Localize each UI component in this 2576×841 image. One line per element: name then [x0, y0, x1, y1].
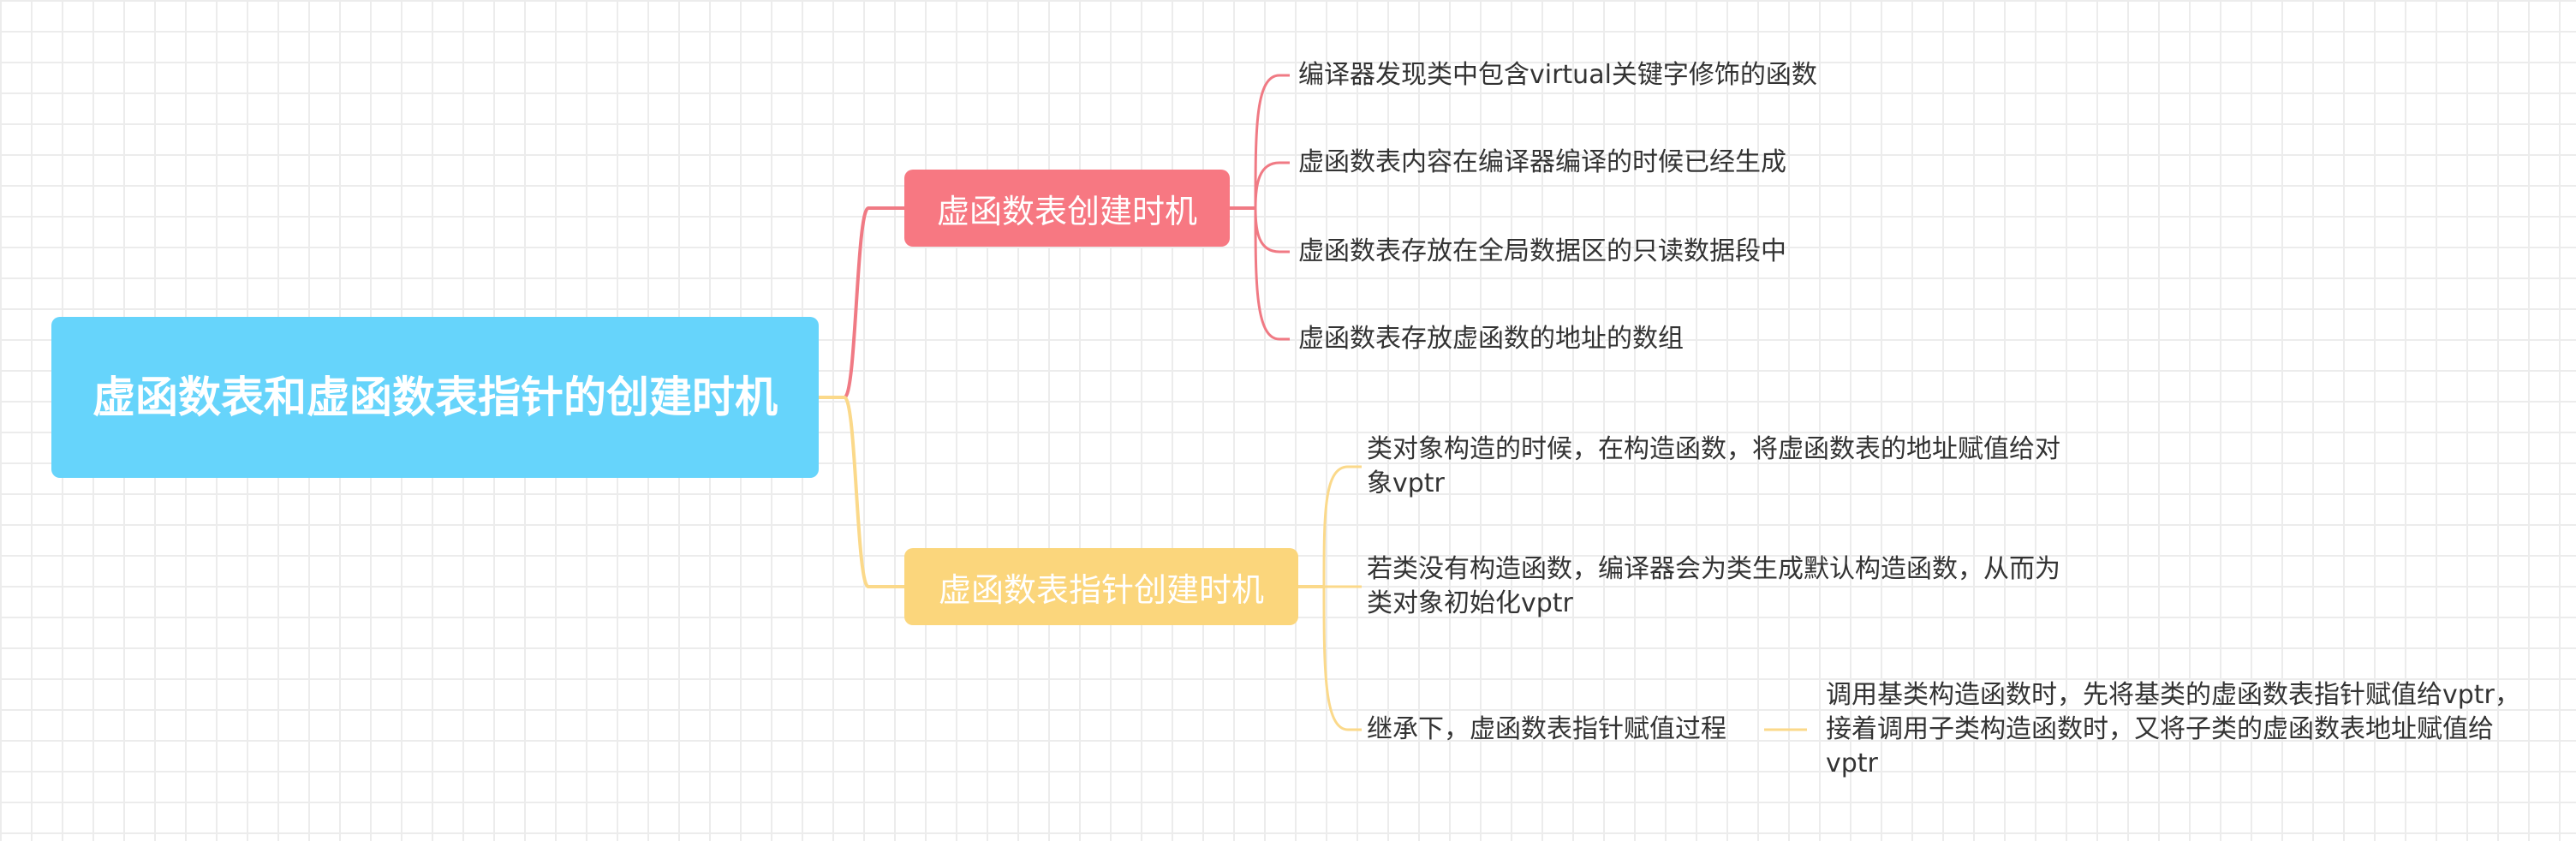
connector-branch-b-leaf-3	[1322, 586, 1362, 731]
connector-branch-b-leaf-1	[1322, 465, 1362, 588]
connector-branch-a-leaf-1	[1254, 74, 1290, 209]
branch-vptr-creation[interactable]: 虚函数表指针创建时机	[904, 548, 1298, 625]
leaf-vtable-virtual-keyword[interactable]: 编译器发现类中包含virtual关键字修饰的函数	[1298, 58, 1817, 92]
leaf-vptr-default-constructor[interactable]: 若类没有构造函数，编译器会为类生成默认构造函数，从而为类对象初始化vptr	[1367, 552, 2069, 621]
branch-vptr-creation-label: 虚函数表指针创建时机	[938, 570, 1264, 609]
connector-branch-a-leaf-2	[1254, 161, 1290, 209]
leaf-vptr-inheritance-process[interactable]: 继承下，虚函数表指针赋值过程	[1367, 713, 1726, 747]
leaf-vptr-set-in-constructor[interactable]: 类对象构造的时候，在构造函数，将虚函数表的地址赋值给对象vptr	[1367, 432, 2069, 501]
leaf-vtable-generated-at-compile[interactable]: 虚函数表内容在编译器编译的时候已经生成	[1298, 146, 1786, 180]
connector-root-to-branch-b	[819, 396, 904, 588]
branch-vtable-creation-label: 虚函数表创建时机	[936, 192, 1197, 230]
branch-vtable-creation[interactable]: 虚函数表创建时机	[904, 170, 1230, 247]
root-topic-label: 虚函数表和虚函数表指针的创建时机	[92, 373, 778, 422]
subleaf-vptr-base-then-derived[interactable]: 调用基类构造函数时，先将基类的虚函数表指针赋值给vptr，接着调用子类构造函数时…	[1826, 678, 2528, 781]
connector-branch-a-leaf-3	[1254, 207, 1290, 253]
leaf-vtable-address-array[interactable]: 虚函数表存放虚函数的地址的数组	[1298, 322, 1684, 356]
root-topic[interactable]: 虚函数表和虚函数表指针的创建时机	[51, 317, 819, 478]
leaf-vtable-readonly-data-segment[interactable]: 虚函数表存放在全局数据区的只读数据段中	[1298, 235, 1786, 269]
mind-map-canvas: 虚函数表和虚函数表指针的创建时机 虚函数表创建时机 编译器发现类中包含virtu…	[0, 0, 2576, 841]
connector-branch-a-leaf-4	[1254, 207, 1290, 341]
connector-root-to-branch-a	[819, 206, 904, 399]
